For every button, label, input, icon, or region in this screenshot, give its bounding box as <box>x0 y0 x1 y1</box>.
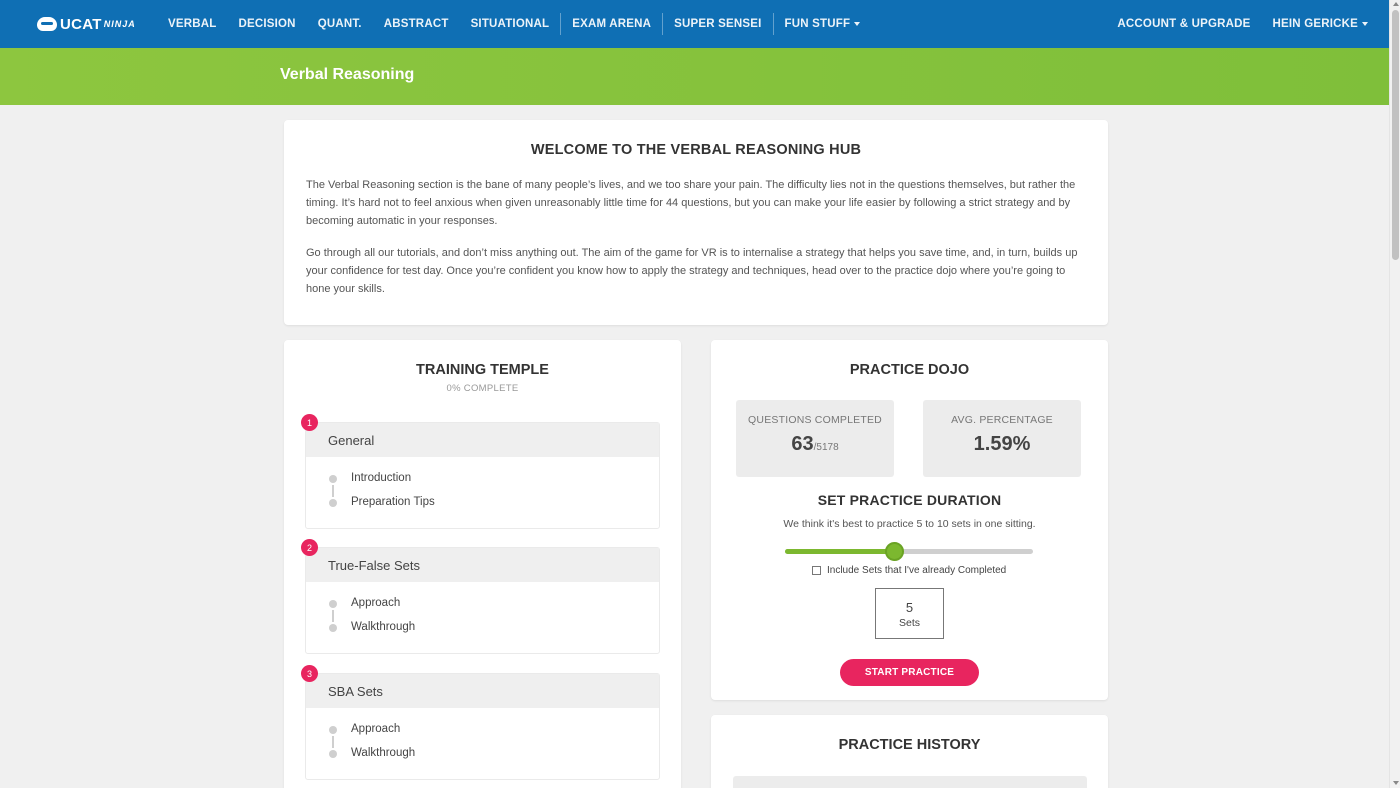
questions-completed-label: QUESTIONS COMPLETED <box>748 414 882 426</box>
avg-percentage-value: 1.59% <box>973 433 1031 455</box>
practice-history-title: PRACTICE HISTORY <box>838 737 981 753</box>
welcome-paragraph-1: The Verbal Reasoning section is the bane… <box>306 179 1076 227</box>
lesson-link[interactable]: Introduction <box>351 472 411 484</box>
page-scrollbar[interactable] <box>1389 0 1400 788</box>
training-temple-card: TRAINING TEMPLE 0% COMPLETE 1 General In… <box>284 340 681 788</box>
duration-slider[interactable] <box>785 542 1033 561</box>
duration-hint: We think it's best to practice 5 to 10 s… <box>783 518 1036 530</box>
nav-user-menu[interactable]: HEIN GERICKE <box>1262 0 1379 48</box>
scroll-down-arrow-icon[interactable] <box>1393 781 1399 785</box>
logo-subtext: NINJA <box>103 19 136 29</box>
logo-text: UCAT <box>60 15 102 33</box>
scroll-up-arrow-icon[interactable] <box>1393 2 1399 6</box>
lesson-link[interactable]: Walkthrough <box>351 621 415 633</box>
page-header: Verbal Reasoning <box>0 48 1389 105</box>
user-name: HEIN GERICKE <box>1272 18 1358 30</box>
caret-down-icon <box>1362 22 1368 26</box>
module-number-badge: 2 <box>301 539 318 556</box>
page-title: Verbal Reasoning <box>280 66 415 83</box>
lesson-connector <box>332 736 334 748</box>
module-number-badge: 3 <box>301 665 318 682</box>
lesson-dot-icon <box>329 499 337 507</box>
lesson-dot-icon <box>329 726 337 734</box>
practice-dojo-card: PRACTICE DOJO QUESTIONS COMPLETED 63/517… <box>711 340 1108 700</box>
avg-percentage-label: AVG. PERCENTAGE <box>951 414 1053 426</box>
training-progress-text: 0% COMPLETE <box>446 383 519 394</box>
checkbox-box[interactable] <box>812 566 821 575</box>
lesson-dot-icon <box>329 624 337 632</box>
questions-completed-count: 63 <box>791 433 814 455</box>
ninja-mask-icon <box>37 17 57 31</box>
top-navbar: UCAT NINJA VERBAL DECISION QUANT. ABSTRA… <box>0 0 1389 48</box>
nav-super-sensei[interactable]: SUPER SENSEI <box>663 0 772 48</box>
questions-total: /5178 <box>813 442 839 453</box>
include-completed-checkbox[interactable]: Include Sets that I've already Completed <box>812 565 1006 576</box>
start-practice-button[interactable]: START PRACTICE <box>840 659 979 686</box>
module-sba-sets: 3 SBA Sets Approach Walkthrough <box>301 665 660 780</box>
welcome-card: WELCOME TO THE VERBAL REASONING HUB The … <box>284 120 1108 325</box>
lesson-link[interactable]: Walkthrough <box>351 747 415 759</box>
set-duration-title: SET PRACTICE DURATION <box>817 492 1002 508</box>
nav-fun-stuff[interactable]: FUN STUFF <box>774 0 872 48</box>
practice-dojo-title: PRACTICE DOJO <box>849 362 970 378</box>
nav-decision[interactable]: DECISION <box>227 0 306 48</box>
questions-completed-stat: QUESTIONS COMPLETED 63/5178 <box>736 400 894 477</box>
nav-verbal[interactable]: VERBAL <box>157 0 227 48</box>
sets-number: 5 <box>905 600 914 615</box>
include-completed-label: Include Sets that I've already Completed <box>827 565 1007 576</box>
module-title[interactable]: True-False Sets <box>306 548 659 582</box>
avg-percentage-stat: AVG. PERCENTAGE 1.59% <box>923 400 1081 477</box>
logo[interactable]: UCAT NINJA <box>37 16 157 33</box>
nav-exam-arena[interactable]: EXAM ARENA <box>561 0 662 48</box>
lesson-dot-icon <box>329 475 337 483</box>
practice-history-card: PRACTICE HISTORY <box>711 715 1108 788</box>
nav-situational[interactable]: SITUATIONAL <box>460 0 561 48</box>
lesson-link[interactable]: Approach <box>351 723 400 735</box>
welcome-paragraph-2: Go through all our tutorials, and don’t … <box>306 247 1078 295</box>
sets-label: Sets <box>898 617 920 629</box>
scroll-thumb[interactable] <box>1392 10 1399 260</box>
nav-quant[interactable]: QUANT. <box>307 0 373 48</box>
nav-abstract[interactable]: ABSTRACT <box>373 0 460 48</box>
nav-fun-stuff-label: FUN STUFF <box>784 18 851 30</box>
module-title[interactable]: SBA Sets <box>306 674 659 708</box>
slider-handle[interactable] <box>885 542 905 561</box>
module-true-false-sets: 2 True-False Sets Approach Walkthrough <box>301 539 660 654</box>
lesson-link[interactable]: Approach <box>351 597 400 609</box>
training-temple-title: TRAINING TEMPLE <box>416 362 549 378</box>
sets-count-box: 5 Sets <box>875 588 944 639</box>
history-row <box>733 776 1087 788</box>
module-general: 1 General Introduction Preparation Tips <box>301 414 660 529</box>
welcome-title: WELCOME TO THE VERBAL REASONING HUB <box>530 142 862 158</box>
lesson-connector <box>332 485 334 497</box>
lesson-connector <box>332 610 334 622</box>
lesson-dot-icon <box>329 600 337 608</box>
module-number-badge: 1 <box>301 414 318 431</box>
lesson-dot-icon <box>329 750 337 758</box>
module-title[interactable]: General <box>306 423 659 457</box>
lesson-link[interactable]: Preparation Tips <box>351 496 435 508</box>
questions-completed-value: 63/5178 <box>736 433 894 456</box>
nav-account-upgrade[interactable]: ACCOUNT & UPGRADE <box>1106 0 1261 48</box>
caret-down-icon <box>854 22 861 26</box>
slider-fill <box>785 549 895 554</box>
